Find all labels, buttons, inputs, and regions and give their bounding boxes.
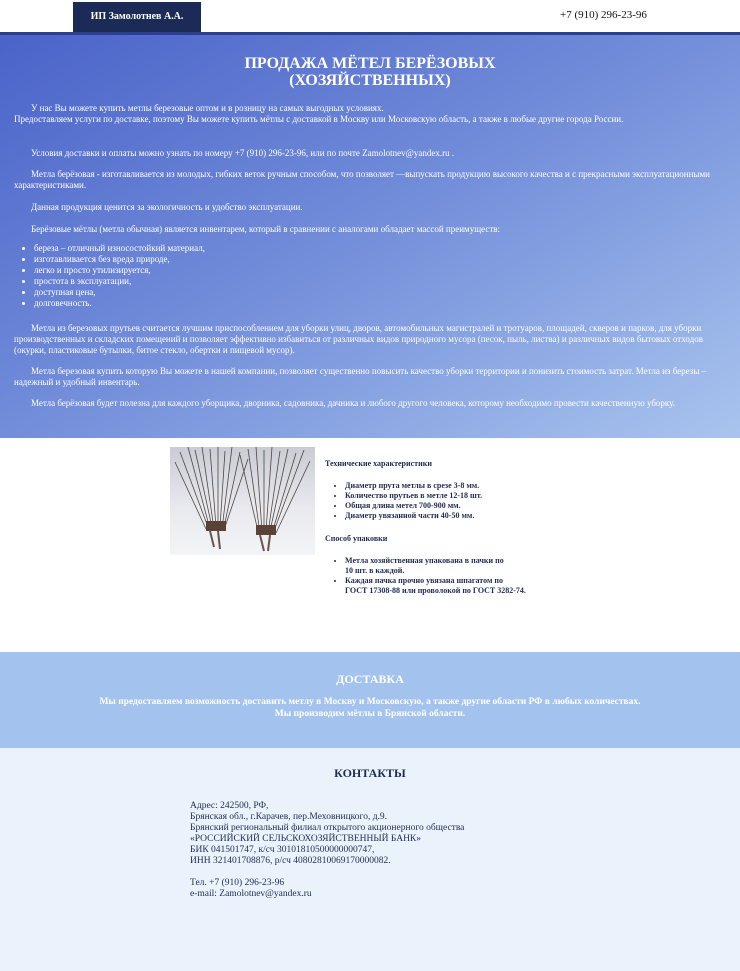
contact-info-paragraph: Условия доставки и оплаты можно узнать п… [31, 148, 455, 158]
ecology-paragraph: Данная продукция ценится за экологичност… [31, 202, 303, 212]
intro-paragraph: У нас Вы можете купить метлы березовые о… [14, 103, 726, 125]
bank-line: «РОССИЙСКИЙ СЕЛЬСКОХОЗЯЙСТВЕННЫЙ БАНК» [190, 834, 422, 844]
tech-list: Диаметр прута метлы в срезе 3-8 мм. Коли… [325, 481, 482, 521]
delivery-section: ДОСТАВКА Мы предоставляем возможность до… [0, 652, 740, 748]
tech-title: Технические характеристики [325, 459, 432, 468]
address-line: Адрес: 242500, РФ, [190, 801, 269, 811]
packaging-list: Метла хозяйственная упакована в пачки по… [325, 556, 526, 596]
tech-specs: Диаметр прута метлы в срезе 3-8 мм. Коли… [325, 481, 482, 521]
list-item: Общая длина метел 700-900 мм. [345, 501, 482, 511]
list-item: легко и просто утилизируется, [34, 265, 205, 276]
contact-phone[interactable]: Тел. +7 (910) 296-23-96 [190, 878, 464, 889]
benefits-intro: Берёзовые мётлы (метла обычная) является… [31, 224, 501, 234]
bank-line: БИК 041501747, к/сч 30101810500000000747… [190, 845, 375, 855]
list-item: Количество прутьев в метле 12-18 шт. [345, 491, 482, 501]
delivery-line2: Мы производим мётлы в Брянской области. [274, 709, 466, 719]
list-item: Каждая пачка прочно увязана шпагатом по … [345, 576, 526, 596]
brand-name[interactable]: ИП Замолотнев А.А. [73, 2, 201, 32]
audience-paragraph: Метла берёзовая будет полезна для каждог… [31, 398, 675, 408]
packaging-specs: Метла хозяйственная упакована в пачки по… [325, 556, 526, 596]
list-item: Диаметр прута метлы в срезе 3-8 мм. [345, 481, 482, 491]
list-item: доступная цена, [34, 287, 205, 298]
broom-image [174, 447, 311, 552]
tech-section: Технические характеристики Диаметр прута… [0, 438, 740, 652]
bank-line: Брянский региональный филиал открытого а… [190, 823, 465, 833]
broom-photo [170, 447, 315, 555]
bank-line: ИНН 321401708876, р/сч 40802810069170000… [190, 856, 391, 866]
delivery-title: ДОСТАВКА [336, 672, 404, 686]
list-item: изготавливается без вреда природе, [34, 254, 205, 265]
benefits-list: береза – отличный износостойкий материал… [14, 243, 205, 309]
packaging-title: Способ упаковки [325, 534, 388, 543]
pack-item2-line2: ГОСТ 17308-88 или проволокой по ГОСТ 328… [345, 586, 526, 595]
list-item: береза – отличный износостойкий материал… [34, 243, 205, 254]
list-item: простота в эксплуатации, [34, 276, 205, 287]
contact-email[interactable]: e-mail: Zamolotnev@yandex.ru [190, 889, 464, 900]
pack-item2-line1: Каждая пачка прочно увязана шпагатом по [345, 576, 504, 585]
intro-text: У нас Вы можете купить метлы березовые о… [31, 103, 384, 113]
address-line: Брянская обл., г.Карачев, пер.Меховницко… [190, 812, 388, 822]
hero-section: ПРОДАЖА МЁТЕЛ БЕРЁЗОВЫХ (ХОЗЯЙСТВЕННЫХ) … [0, 32, 740, 438]
page-title-line1: ПРОДАЖА МЁТЕЛ БЕРЁЗОВЫХ [244, 55, 496, 72]
delivery-intro-text: Предоставляем услуги по доставке, поэтом… [14, 114, 624, 124]
value-paragraph: Метла березовая купить которую Вы можете… [14, 366, 707, 387]
pack-item1-line2: 10 шт. в каждой. [345, 566, 405, 575]
list-item: долговечность. [34, 298, 205, 309]
contacts-title: КОНТАКТЫ [334, 766, 406, 780]
delivery-line1: Мы предоставляем возможность доставить м… [99, 697, 641, 707]
page-title: ПРОДАЖА МЁТЕЛ БЕРЁЗОВЫХ (ХОЗЯЙСТВЕННЫХ) [0, 55, 740, 89]
contacts-section: КОНТАКТЫ Адрес: 242500, РФ, Брянская обл… [0, 748, 740, 971]
page-title-line2: (ХОЗЯЙСТВЕННЫХ) [289, 72, 451, 89]
usage-paragraph: Метла из березовых прутьев считается луч… [14, 323, 703, 355]
header-phone[interactable]: +7 (910) 296-23-96 [560, 9, 647, 21]
list-item: Диаметр увязанной части 40-50 мм. [345, 511, 482, 521]
delivery-text: Мы предоставляем возможность доставить м… [0, 696, 740, 720]
description-paragraph: Метла берёзовая - изготавливается из мол… [14, 169, 710, 190]
list-item: Метла хозяйственная упакована в пачки по… [345, 556, 526, 576]
contact-details: Адрес: 242500, РФ, Брянская обл., г.Кара… [190, 801, 464, 900]
pack-item1-line1: Метла хозяйственная упакована в пачки по [345, 556, 504, 565]
top-bar: ИП Замолотнев А.А. +7 (910) 296-23-96 [0, 0, 740, 32]
